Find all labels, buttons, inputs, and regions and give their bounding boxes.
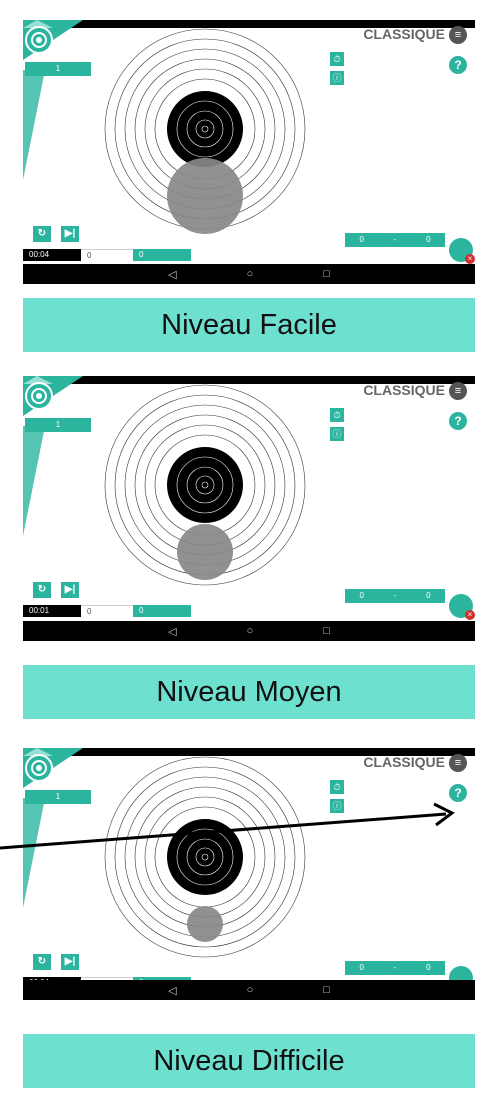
annotation-arrow [0,802,455,850]
